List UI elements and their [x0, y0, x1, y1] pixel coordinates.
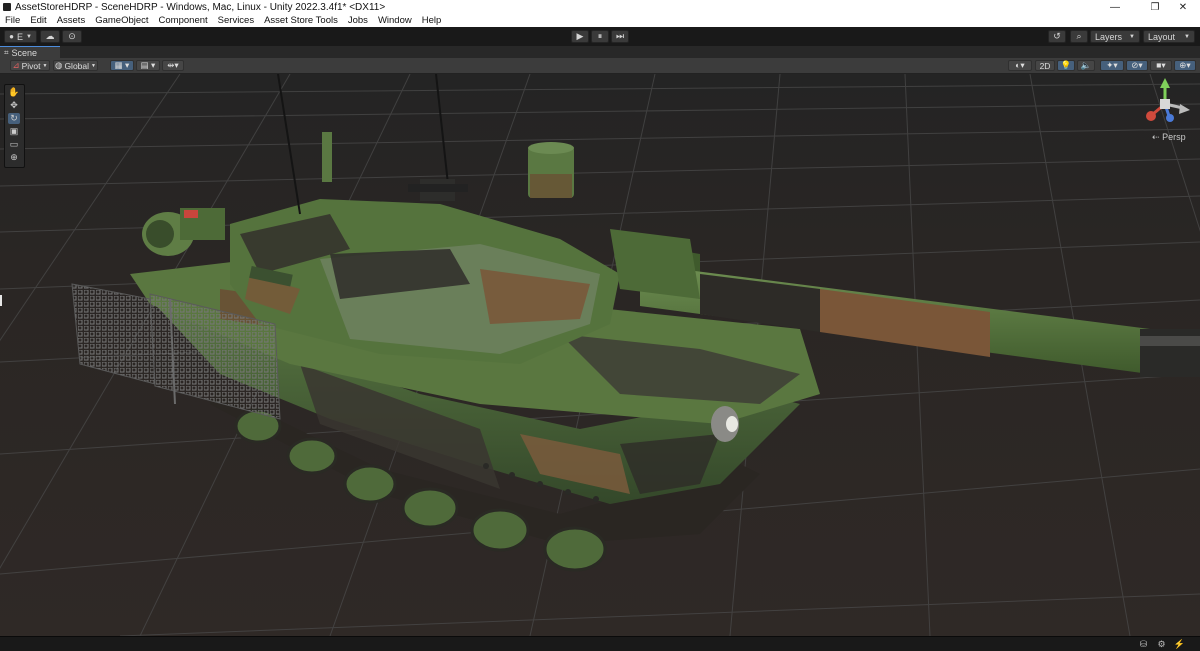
tab-scene[interactable]: ⌗ Scene	[0, 46, 60, 58]
move-tool-icon[interactable]: ✥	[8, 100, 20, 111]
transform-tool-icon[interactable]: ⊕	[8, 152, 20, 163]
audio-toggle[interactable]: 🔈	[1077, 60, 1095, 71]
grid-snap-button[interactable]: ▦ ▾	[110, 60, 134, 71]
menu-jobs[interactable]: Jobs	[343, 15, 373, 26]
status-bar: ⛁ ⚙ ⚡	[0, 636, 1200, 651]
grid-visibility-button[interactable]: ▤ ▾	[136, 60, 160, 71]
globe-icon: ◍	[55, 60, 63, 70]
chevron-down-icon: ▼	[25, 33, 32, 40]
global-label: Global	[64, 60, 90, 71]
menu-asset-store-tools[interactable]: Asset Store Tools	[259, 15, 343, 26]
persp-icon: ⇠	[1152, 132, 1160, 142]
global-dropdown[interactable]: ◍ Global ▼	[53, 60, 98, 71]
cloud-icon: ☁	[45, 31, 55, 41]
gizmos-icon: ⊕▾	[1179, 60, 1191, 70]
minimize-button[interactable]: —	[1098, 0, 1132, 14]
collab-button[interactable]: ⊙	[62, 30, 82, 43]
lighting-bake-icon[interactable]: ⚙	[1156, 639, 1167, 649]
speaker-icon: 🔈	[1080, 60, 1092, 70]
draw-mode-dropdown[interactable]: ◐▾	[1008, 60, 1032, 71]
camera-dropdown[interactable]: ■▾	[1150, 60, 1172, 71]
tab-scene-label: Scene	[11, 47, 38, 58]
gizmos-dropdown[interactable]: ⊕▾	[1174, 60, 1196, 71]
shading-icon: ◐▾	[1015, 60, 1025, 70]
undo-history-button[interactable]: ↺	[1048, 30, 1066, 43]
rotate-tool-icon[interactable]: ↻	[8, 113, 20, 124]
viewport-edge-marker	[0, 295, 2, 306]
close-button[interactable]: ✕	[1166, 0, 1200, 14]
pause-button[interactable]: ⏸	[591, 30, 609, 43]
increment-snap-button[interactable]: ⇹▾	[162, 60, 184, 71]
grid-snap-icon: ▦ ▾	[114, 60, 130, 70]
menu-services[interactable]: Services	[213, 15, 259, 26]
scene-render	[0, 74, 1200, 636]
tank-model	[71, 74, 1200, 572]
grid-icon: ▤ ▾	[140, 60, 156, 70]
scene-toolbar: ⊿ Pivot ▼ ◍ Global ▼ ▦ ▾ ▤ ▾ ⇹▾ ◐▾ 2D 💡 …	[0, 58, 1200, 74]
account-circle-icon: ●	[9, 32, 14, 41]
snap-icon: ⇹▾	[167, 60, 179, 70]
search-button[interactable]: ⌕	[1070, 30, 1088, 43]
collab-icon: ⊙	[68, 31, 76, 41]
window-title-bar: AssetStoreHDRP - SceneHDRP - Windows, Ma…	[0, 0, 1200, 14]
hidden-objects-toggle[interactable]: ⊘▾	[1126, 60, 1148, 71]
pivot-label: Pivot	[21, 60, 41, 71]
cloud-button[interactable]: ☁	[40, 30, 60, 43]
menu-window[interactable]: Window	[373, 15, 417, 26]
step-button[interactable]: ⏭	[611, 30, 629, 43]
debug-mode-icon[interactable]: ⚡	[1174, 639, 1185, 649]
menu-assets[interactable]: Assets	[52, 15, 91, 26]
play-button[interactable]: ▶	[571, 30, 589, 43]
effects-icon: ✦▾	[1106, 60, 1118, 70]
menu-bar: File Edit Assets GameObject Component Se…	[0, 14, 1200, 27]
layers-label: Layers	[1095, 31, 1123, 42]
effects-dropdown[interactable]: ✦▾	[1100, 60, 1124, 71]
eye-off-icon: ⊘▾	[1131, 60, 1143, 70]
axis-gizmo-icon	[1146, 78, 1190, 122]
chevron-down-icon: ▼	[91, 62, 96, 69]
cache-server-icon[interactable]: ⛁	[1138, 639, 1149, 649]
lighting-toggle[interactable]: 💡	[1057, 60, 1075, 71]
grid-icon: ⌗	[4, 47, 9, 57]
menu-file[interactable]: File	[0, 15, 25, 26]
chevron-down-icon: ▼	[42, 62, 48, 69]
main-toolbar: ● E ▼ ☁ ⊙ ▶ ⏸ ⏭ ↺ ⌕ Layers ▼ Layout ▼	[0, 27, 1200, 47]
tab-bar: ⌗ Scene	[0, 46, 1200, 58]
chevron-down-icon: ▼	[1184, 33, 1190, 40]
layout-dropdown[interactable]: Layout ▼	[1143, 30, 1195, 43]
account-label: E	[16, 31, 23, 42]
lightbulb-icon: 💡	[1060, 60, 1072, 70]
pivot-dropdown[interactable]: ⊿ Pivot ▼	[10, 60, 50, 71]
camera-icon: ■▾	[1156, 60, 1166, 70]
hand-tool-icon[interactable]: ✋	[8, 87, 20, 98]
scene-viewport[interactable]	[0, 74, 1200, 636]
2d-toggle[interactable]: 2D	[1035, 60, 1055, 71]
pivot-icon: ⊿	[12, 60, 20, 70]
menu-help[interactable]: Help	[417, 15, 447, 26]
layers-dropdown[interactable]: Layers ▼	[1090, 30, 1140, 43]
menu-component[interactable]: Component	[154, 15, 213, 26]
persp-label: Persp	[1162, 132, 1186, 142]
chevron-down-icon: ▼	[1129, 33, 1135, 40]
account-dropdown[interactable]: ● E ▼	[4, 30, 37, 43]
layout-label: Layout	[1148, 31, 1176, 42]
scale-tool-icon[interactable]: ▣	[8, 126, 20, 137]
camera-mode-label[interactable]: ⇠ Persp	[1152, 132, 1186, 143]
rect-tool-icon[interactable]: ▭	[8, 139, 20, 150]
menu-edit[interactable]: Edit	[25, 15, 51, 26]
tool-palette: ✋ ✥ ↻ ▣ ▭ ⊕	[4, 84, 25, 168]
unity-logo-icon	[3, 3, 11, 11]
menu-gameobject[interactable]: GameObject	[90, 15, 153, 26]
window-title: AssetStoreHDRP - SceneHDRP - Windows, Ma…	[15, 1, 386, 13]
